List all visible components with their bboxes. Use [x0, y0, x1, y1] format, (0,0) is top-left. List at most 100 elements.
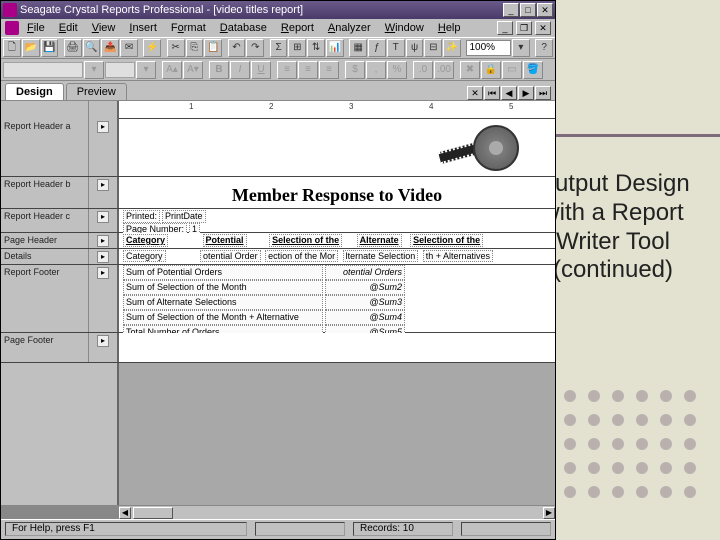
tab-preview[interactable]: Preview: [66, 83, 127, 100]
decrease-font-icon[interactable]: A▾: [183, 61, 203, 79]
close-button[interactable]: ✕: [537, 3, 553, 17]
col-selection[interactable]: Selection of the: [269, 234, 342, 247]
section-report-header-c[interactable]: Report Header c ▸ Printed:PrintDate Page…: [1, 209, 555, 233]
align-right-icon[interactable]: ≡: [319, 61, 339, 79]
footer-row[interactable]: Sum of Potential Ordersotential Orders: [119, 265, 555, 280]
section-canvas[interactable]: Sum of Potential Ordersotential Orders S…: [119, 265, 555, 332]
menu-file[interactable]: File: [21, 21, 51, 35]
dec-inc-icon[interactable]: .0: [413, 61, 433, 79]
sort-order-icon[interactable]: ψ: [406, 39, 424, 57]
open-icon[interactable]: 📂: [22, 39, 40, 57]
tab-design[interactable]: Design: [5, 83, 64, 100]
section-canvas[interactable]: Category otential Order ection of the Mo…: [119, 249, 555, 264]
section-label[interactable]: Report Footer: [1, 265, 89, 332]
currency-icon[interactable]: $: [345, 61, 365, 79]
section-canvas[interactable]: Member Response to Video: [119, 177, 555, 208]
section-toggle-icon[interactable]: ▸: [97, 267, 109, 279]
nav-first-icon[interactable]: ⏮: [484, 86, 500, 100]
footer-formula[interactable]: @Sum4: [325, 310, 405, 325]
footer-label[interactable]: Sum of Alternate Selections: [123, 295, 323, 310]
cut-icon[interactable]: ✂: [167, 39, 185, 57]
print-icon[interactable]: 🖨: [64, 39, 82, 57]
fontsize-dropdown-icon[interactable]: ▾: [136, 61, 156, 79]
menu-window[interactable]: Window: [379, 21, 430, 35]
section-details[interactable]: Details ▸ Category otential Order ection…: [1, 249, 555, 265]
horizontal-scrollbar[interactable]: ◀ ▶: [119, 505, 555, 519]
help-icon[interactable]: ?: [535, 39, 553, 57]
chart-icon[interactable]: 📊: [326, 39, 344, 57]
menu-edit[interactable]: Edit: [53, 21, 84, 35]
section-toggle-icon[interactable]: ▸: [97, 251, 109, 263]
menu-insert[interactable]: Insert: [123, 21, 163, 35]
fillcolor-icon[interactable]: 🪣: [523, 61, 543, 79]
mdi-close[interactable]: ✕: [535, 21, 551, 35]
section-canvas[interactable]: Printed:PrintDate Page Number:1: [119, 209, 555, 232]
highlight-icon[interactable]: ✨: [443, 39, 461, 57]
menu-analyzer[interactable]: Analyzer: [322, 21, 377, 35]
col-potential[interactable]: Potential: [203, 234, 247, 247]
text-icon[interactable]: T: [387, 39, 405, 57]
minimize-button[interactable]: _: [503, 3, 519, 17]
refresh-icon[interactable]: ⚡: [143, 39, 161, 57]
new-icon[interactable]: 🗋: [3, 39, 21, 57]
maximize-button[interactable]: □: [520, 3, 536, 17]
footer-label[interactable]: Sum of Selection of the Month: [123, 280, 323, 295]
section-toggle-icon[interactable]: ▸: [97, 121, 109, 133]
font-combo[interactable]: [3, 62, 83, 78]
col-category[interactable]: Category: [123, 234, 168, 247]
scroll-left-icon[interactable]: ◀: [119, 507, 131, 519]
footer-formula[interactable]: @Sum2: [325, 280, 405, 295]
insert-group-icon[interactable]: ⊞: [288, 39, 306, 57]
insert-sum-icon[interactable]: Σ: [270, 39, 288, 57]
section-label[interactable]: Page Header: [1, 233, 89, 248]
undo-icon[interactable]: ↶: [228, 39, 246, 57]
crosstab-icon[interactable]: ⊟: [424, 39, 442, 57]
zoom-dropdown-icon[interactable]: ▾: [512, 39, 530, 57]
nav-next-icon[interactable]: ▶: [518, 86, 534, 100]
section-gutter[interactable]: ▸: [89, 119, 119, 176]
nav-prev-icon[interactable]: ◀: [501, 86, 517, 100]
footer-row[interactable]: Sum of Alternate Selections@Sum3: [119, 295, 555, 310]
menu-report[interactable]: Report: [275, 21, 320, 35]
section-label[interactable]: Report Header a: [1, 119, 89, 176]
lock-icon[interactable]: 🔒: [481, 61, 501, 79]
fontsize-combo[interactable]: [105, 62, 135, 78]
section-label[interactable]: Report Header b: [1, 177, 89, 208]
borders-icon[interactable]: ▭: [502, 61, 522, 79]
sort-icon[interactable]: ⇅: [307, 39, 325, 57]
footer-row[interactable]: Sum of Selection of the Month@Sum2: [119, 280, 555, 295]
section-toggle-icon[interactable]: ▸: [97, 179, 109, 191]
suppress-icon[interactable]: ✖: [460, 61, 480, 79]
menu-help[interactable]: Help: [432, 21, 467, 35]
italic-icon[interactable]: I: [230, 61, 250, 79]
percent-icon[interactable]: %: [387, 61, 407, 79]
section-label[interactable]: Page Footer: [1, 333, 89, 362]
report-title-text[interactable]: Member Response to Video: [232, 185, 442, 205]
footer-formula[interactable]: otential Orders: [325, 265, 405, 280]
export-icon[interactable]: 📤: [101, 39, 119, 57]
section-gutter[interactable]: ▸: [89, 233, 119, 248]
detail-selection-field[interactable]: ection of the Mor: [265, 250, 338, 262]
section-toggle-icon[interactable]: ▸: [97, 235, 109, 247]
scroll-thumb[interactable]: [133, 507, 173, 519]
footer-label[interactable]: Sum of Potential Orders: [123, 265, 323, 280]
comma-icon[interactable]: ,: [366, 61, 386, 79]
paste-icon[interactable]: 📋: [204, 39, 222, 57]
mail-icon[interactable]: ✉: [120, 39, 138, 57]
detail-alternate-field[interactable]: lternate Selection: [343, 250, 419, 262]
col-selection2[interactable]: Selection of the: [410, 234, 483, 247]
section-gutter[interactable]: ▸: [89, 177, 119, 208]
section-label[interactable]: Report Header c: [1, 209, 89, 232]
printdate-field[interactable]: PrintDate: [162, 210, 206, 223]
formula-icon[interactable]: ƒ: [368, 39, 386, 57]
align-center-icon[interactable]: ≡: [298, 61, 318, 79]
section-gutter[interactable]: ▸: [89, 333, 119, 362]
section-report-footer[interactable]: Report Footer ▸ Sum of Potential Orderso…: [1, 265, 555, 333]
section-report-header-a[interactable]: Report Header a ▸: [1, 119, 555, 177]
preview-icon[interactable]: 🔍: [83, 39, 101, 57]
align-left-icon[interactable]: ≡: [277, 61, 297, 79]
save-icon[interactable]: 💾: [41, 39, 59, 57]
detail-potential-field[interactable]: otential Order: [200, 250, 261, 262]
copy-icon[interactable]: ⎘: [186, 39, 204, 57]
detail-category-field[interactable]: Category: [123, 250, 166, 262]
